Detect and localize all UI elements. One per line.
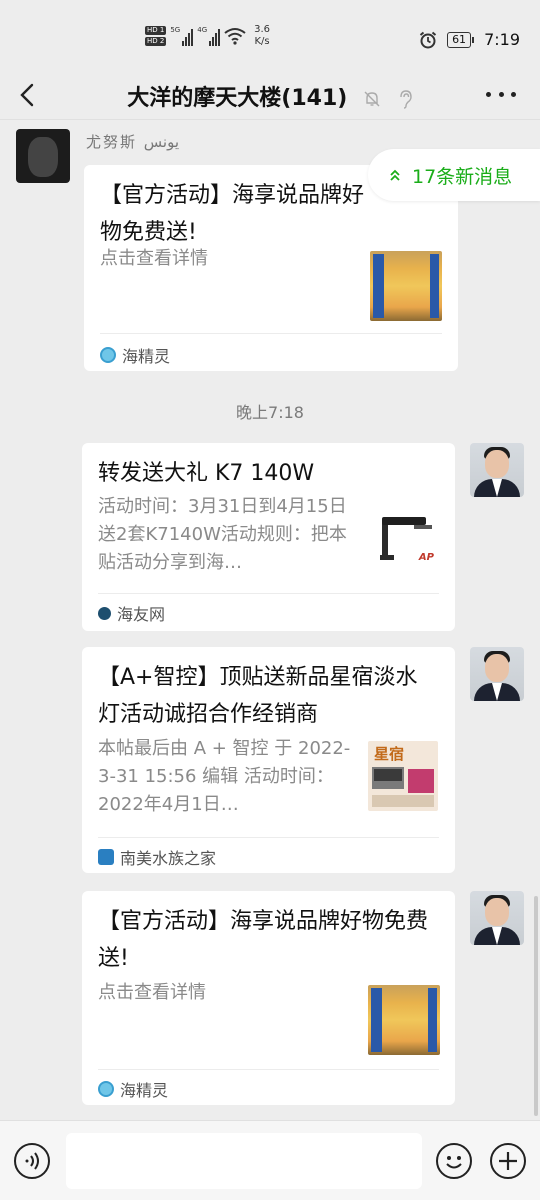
card-thumbnail: 星宿	[368, 741, 438, 811]
card-title: 【A+智控】顶贴送新品星宿淡水灯活动诚招合作经销商	[98, 665, 418, 727]
sender-name: 尤努斯 يونس	[86, 133, 180, 151]
card-thumbnail	[368, 985, 440, 1055]
card-divider	[98, 593, 439, 594]
net-speed: 3.6 K/s	[254, 24, 270, 48]
card-source-label: 海精灵	[122, 347, 171, 366]
card-thumbnail	[370, 251, 442, 321]
card-desc: 活动时间：3月31日到4月15日送2套K7140W活动规则：把本贴活动分享到海…	[98, 496, 347, 573]
card-source: 海精灵	[98, 1077, 168, 1101]
timestamp: 晚上7:18	[236, 403, 304, 422]
hai-jingling-icon	[100, 347, 116, 363]
voice-icon[interactable]	[14, 1143, 50, 1179]
emoji-icon[interactable]	[436, 1143, 472, 1179]
card-source: 海友网	[98, 601, 165, 625]
battery-level: 61	[447, 31, 472, 48]
signal-5g-icon: 5G	[170, 26, 194, 46]
card-title: 【官方活动】海享说品牌好物免费送!	[100, 183, 365, 245]
earpiece-icon	[399, 90, 412, 109]
avatar[interactable]	[470, 647, 524, 701]
chat-area[interactable]: 尤努斯 يونس 【官方活动】海享说品牌好物免费送! 点击查看详情 海精灵 17…	[0, 121, 540, 1120]
link-card[interactable]: 【官方活动】海享说品牌好物免费送! 点击查看详情 海精灵	[82, 891, 455, 1105]
chat-header: 大洋的摩天大楼(141)	[0, 70, 540, 120]
new-messages-button[interactable]: 17条新消息	[368, 149, 540, 201]
haiyou-icon	[98, 606, 111, 620]
card-divider	[100, 333, 442, 334]
message-input[interactable]	[66, 1133, 422, 1189]
hd2-badge: HD 2	[145, 37, 167, 46]
scrollbar[interactable]	[534, 896, 538, 1116]
status-left: HD 1 HD 2 5G 4G 3.6 K/s	[145, 24, 270, 48]
nanmei-icon	[98, 849, 114, 865]
net2-label: 4G	[197, 26, 208, 34]
plus-icon[interactable]	[490, 1143, 526, 1179]
new-messages-label: 17条新消息	[412, 165, 513, 188]
net1-label: 5G	[170, 26, 181, 34]
card-source: 南美水族之家	[98, 845, 216, 869]
status-right: 61 7:19	[419, 30, 520, 49]
card-thumbnail: AP	[374, 503, 440, 569]
card-title: 转发送大礼 K7 140W	[98, 461, 315, 486]
wifi-icon	[224, 28, 246, 45]
hd1-badge: HD 1	[145, 26, 167, 35]
signal-4g-icon: 4G	[197, 26, 221, 46]
card-source-label: 南美水族之家	[120, 849, 217, 868]
avatar[interactable]	[16, 129, 70, 183]
card-desc: 本帖最后由 A + 智控 于 2022-3-31 15:56 编辑 活动时间：2…	[98, 738, 351, 815]
status-bar: HD 1 HD 2 5G 4G 3.6 K/s 61 7:19	[0, 0, 540, 70]
more-icon[interactable]	[486, 82, 516, 106]
clock: 7:19	[484, 30, 520, 49]
input-bar	[0, 1120, 540, 1200]
thumb-label: AP	[418, 552, 434, 563]
link-card[interactable]: 转发送大礼 K7 140W 活动时间：3月31日到4月15日送2套K7140W活…	[82, 443, 455, 631]
card-divider	[98, 1069, 439, 1070]
avatar[interactable]	[470, 891, 524, 945]
chat-title: 大洋的摩天大楼(141)	[127, 86, 348, 111]
bell-off-icon	[364, 91, 380, 107]
double-chevron-up-icon	[390, 169, 400, 181]
card-title: 【官方活动】海享说品牌好物免费送!	[98, 909, 429, 971]
card-source-label: 海精灵	[120, 1081, 169, 1100]
battery-icon: 61	[447, 31, 475, 48]
card-source: 海精灵	[100, 343, 170, 367]
card-desc: 点击查看详情	[100, 248, 208, 269]
speed-value: 3.6	[254, 24, 271, 35]
card-desc: 点击查看详情	[98, 982, 206, 1003]
alarm-icon	[419, 31, 437, 48]
card-divider	[98, 837, 439, 838]
chat-title-wrap: 大洋的摩天大楼(141)	[0, 80, 540, 112]
link-card[interactable]: 【A+智控】顶贴送新品星宿淡水灯活动诚招合作经销商 本帖最后由 A + 智控 于…	[82, 647, 455, 873]
hd-badges: HD 1 HD 2	[145, 26, 167, 46]
speed-unit: K/s	[254, 36, 270, 47]
avatar[interactable]	[470, 443, 524, 497]
card-source-label: 海友网	[117, 605, 166, 624]
hai-jingling-icon	[98, 1081, 114, 1097]
